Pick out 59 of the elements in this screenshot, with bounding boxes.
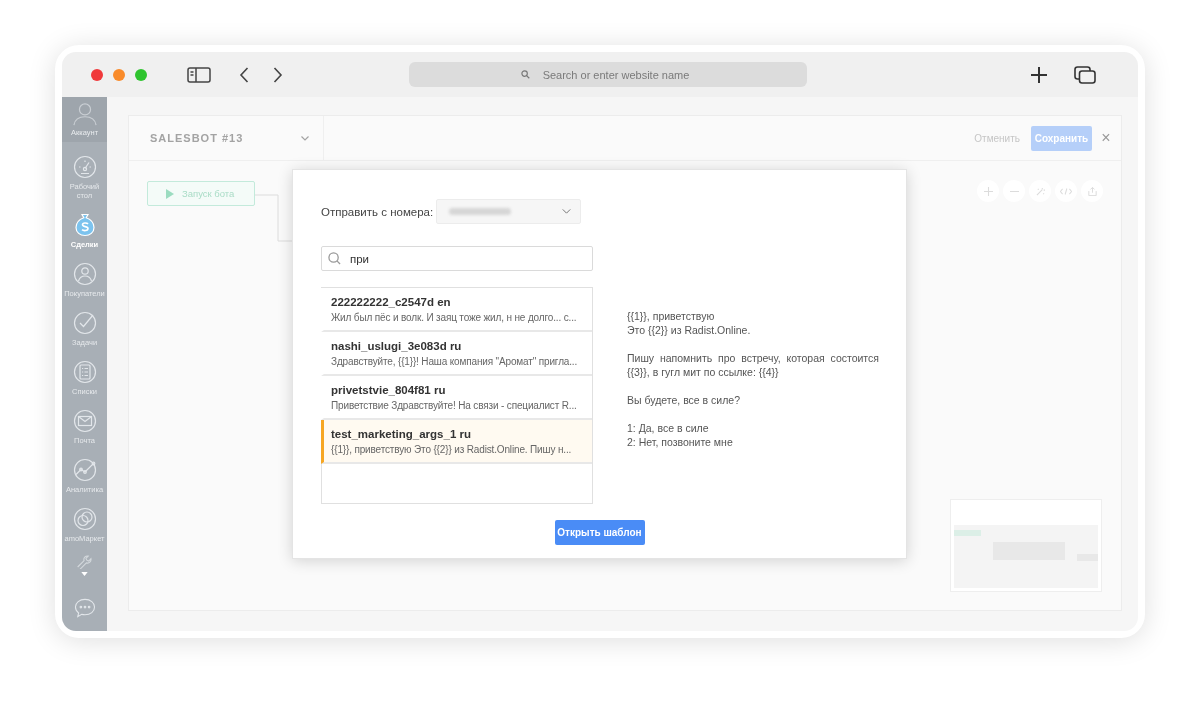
search-icon bbox=[521, 70, 530, 79]
window-close-icon[interactable] bbox=[91, 68, 103, 81]
template-preview: Здравствуйте, {{1}}! Наша компания "Аромат" пригла... bbox=[331, 354, 579, 368]
message-text: {{1}}, приветствую Это {{2}} из Radist.Online. bbox=[627, 309, 752, 337]
code-icon bbox=[1060, 187, 1072, 195]
open-template-button[interactable]: Открыть шаблон bbox=[554, 520, 645, 545]
template-item[interactable]: test_marketing_args_1 ru {{1}}, приветствую Это {{2}} из Radist.Online. Пишу н... bbox=[321, 420, 592, 464]
search-field[interactable]: при bbox=[321, 246, 593, 271]
upload-icon bbox=[1087, 186, 1097, 196]
tabs-icon[interactable] bbox=[1074, 65, 1096, 84]
money-bag-icon bbox=[72, 213, 97, 237]
caret-down-icon[interactable] bbox=[81, 572, 88, 576]
address-bar[interactable]: Search or enter website name bbox=[409, 62, 807, 87]
search-icon bbox=[328, 252, 341, 265]
message-text: Пишу напомнить про встречу, которая состоится {{3}}, в гугл мит по ссылке: {{4}} bbox=[627, 351, 879, 379]
bot-title: SALESBOT #13 bbox=[150, 132, 244, 144]
play-icon bbox=[166, 188, 174, 199]
chat-bubble-icon[interactable] bbox=[73, 598, 96, 618]
gauge-icon bbox=[72, 155, 97, 179]
back-icon[interactable] bbox=[239, 66, 249, 83]
template-name: privetstvie_804f81 ru bbox=[331, 382, 447, 397]
node-label: Запуск бота bbox=[182, 188, 235, 199]
export-button[interactable] bbox=[1081, 180, 1103, 202]
save-button[interactable]: Сохранить bbox=[1031, 125, 1092, 151]
template-preview: {{1}}, приветствую Это {{2}} из Radist.Online. Пишу н... bbox=[331, 442, 573, 456]
wand-button[interactable] bbox=[1029, 180, 1051, 202]
template-name: 222222222_c2547d en bbox=[331, 294, 452, 309]
start-node[interactable]: Запуск бота bbox=[147, 181, 255, 206]
chevron-down-icon[interactable] bbox=[301, 135, 309, 141]
message-text: Вы будете, все в силе? bbox=[627, 393, 742, 407]
template-name: nashi_uslugi_3e083d ru bbox=[331, 338, 463, 353]
forward-icon[interactable] bbox=[273, 66, 283, 83]
template-item[interactable]: privetstvie_804f81 ru Приветствие Здравствуйте! На связи - специалист R... bbox=[321, 376, 592, 420]
template-name: test_marketing_args_1 ru bbox=[331, 426, 472, 441]
chart-icon bbox=[72, 458, 97, 482]
new-tab-icon[interactable] bbox=[1030, 65, 1048, 84]
phone-select[interactable] bbox=[436, 199, 581, 224]
template-preview: Жил был пёс и волк. И заяц тоже жил, н не долго... с... bbox=[331, 310, 578, 324]
window-minimize-icon[interactable] bbox=[113, 68, 125, 81]
template-item[interactable]: nashi_uslugi_3e083d ru Здравствуйте, {{1}}! Наша компания "Аромат" пригла... bbox=[321, 332, 592, 376]
plus-icon bbox=[983, 186, 993, 196]
template-item[interactable]: 222222222_c2547d en Жил был пёс и волк. И заяц тоже жил, н не долго... с... bbox=[321, 288, 592, 332]
message-text: 1: Да, все в силе 2: Нет, позвоните мне bbox=[627, 421, 734, 449]
chevron-down-icon bbox=[562, 209, 571, 214]
wand-icon bbox=[1035, 186, 1045, 196]
envelope-icon bbox=[72, 409, 97, 433]
circles-icon bbox=[72, 507, 97, 531]
list-icon bbox=[72, 360, 97, 384]
checkmark-icon bbox=[72, 311, 97, 335]
person-silhouette-icon bbox=[71, 102, 98, 126]
blurred-value bbox=[449, 208, 511, 215]
sender-label: Отправить с номера: bbox=[321, 205, 435, 218]
zoom-in-button[interactable] bbox=[977, 180, 999, 202]
people-icon bbox=[72, 262, 97, 286]
code-button[interactable] bbox=[1055, 180, 1077, 202]
close-button[interactable]: × bbox=[1100, 130, 1112, 146]
sidebar-toggle-icon[interactable] bbox=[187, 66, 211, 83]
window-zoom-icon[interactable] bbox=[135, 68, 147, 81]
template-preview: Приветствие Здравствуйте! На связи - специалист R... bbox=[331, 398, 578, 412]
